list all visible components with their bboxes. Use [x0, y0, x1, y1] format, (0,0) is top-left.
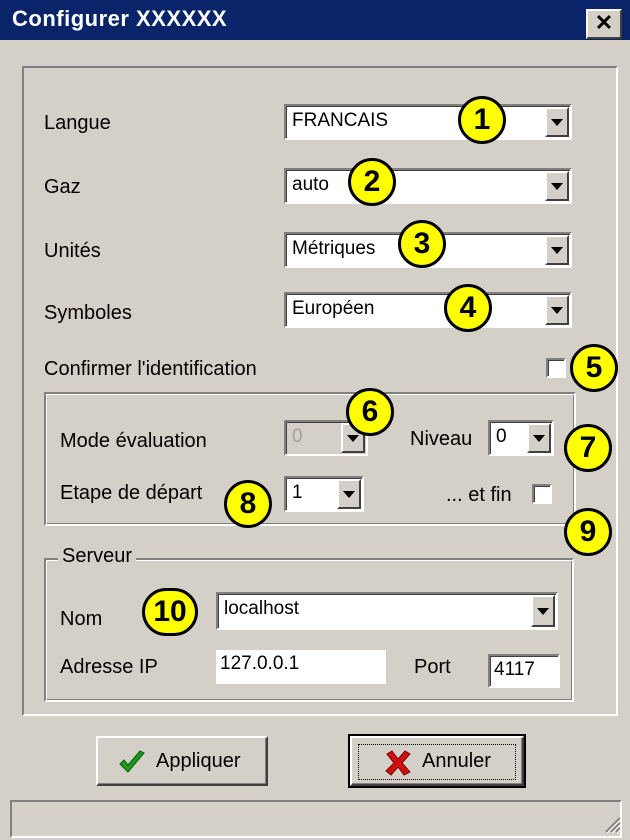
port-value: 4117 — [494, 659, 535, 680]
langue-label: Langue — [44, 112, 111, 134]
callout-6: 6 — [346, 388, 394, 436]
mode-evaluation-value: 0 — [292, 426, 303, 447]
status-bar — [10, 800, 622, 838]
callout-7: 7 — [564, 424, 612, 472]
langue-select[interactable]: FRANCAIS — [284, 104, 572, 140]
nom-label: Nom — [60, 608, 103, 630]
cancel-button[interactable]: Annuler — [348, 734, 526, 788]
niveau-value: 0 — [496, 426, 507, 447]
cancel-label: Annuler — [422, 750, 491, 772]
window-title: Configurer XXXXXX — [12, 6, 228, 31]
close-icon: ✕ — [594, 10, 614, 35]
chevron-down-icon[interactable] — [337, 479, 361, 509]
red-x-icon — [385, 750, 411, 776]
port-label: Port — [414, 656, 451, 678]
adresse-ip-field[interactable]: 127.0.0.1 — [216, 650, 386, 684]
chevron-down-icon[interactable] — [545, 171, 569, 201]
et-fin-checkbox[interactable] — [532, 484, 552, 504]
serveur-legend: Serveur — [58, 545, 137, 568]
chevron-down-icon[interactable] — [545, 295, 569, 325]
callout-10: 10 — [142, 588, 198, 636]
adresse-ip-label: Adresse IP — [60, 656, 158, 678]
callout-4: 4 — [444, 284, 492, 332]
apply-label: Appliquer — [156, 750, 241, 772]
chevron-down-icon[interactable] — [531, 595, 555, 627]
callout-9: 9 — [564, 508, 612, 556]
langue-value: FRANCAIS — [292, 110, 389, 131]
callout-3: 3 — [398, 220, 446, 268]
callout-5: 5 — [570, 344, 618, 392]
confirmer-checkbox[interactable] — [546, 358, 566, 378]
callout-1: 1 — [458, 96, 506, 144]
close-button[interactable]: ✕ — [586, 9, 622, 39]
nom-select[interactable]: localhost — [216, 592, 558, 630]
symboles-select[interactable]: Européen — [284, 292, 572, 328]
checkmark-icon — [119, 750, 145, 773]
niveau-select[interactable]: 0 — [488, 420, 554, 456]
etape-depart-label: Etape de départ — [60, 482, 203, 504]
unites-label: Unités — [44, 240, 101, 262]
niveau-label: Niveau — [410, 428, 473, 450]
et-fin-label: ... et fin — [446, 484, 512, 506]
mode-evaluation-label: Mode évaluation — [60, 430, 207, 452]
chevron-down-icon[interactable] — [545, 235, 569, 265]
etape-depart-value: 1 — [292, 482, 303, 503]
gaz-label: Gaz — [44, 176, 81, 198]
confirmer-label: Confirmer l'identification — [44, 358, 257, 380]
port-field[interactable]: 4117 — [488, 654, 560, 688]
symboles-value: Européen — [292, 298, 375, 319]
gaz-value: auto — [292, 174, 329, 195]
callout-8: 8 — [224, 480, 272, 528]
adresse-ip-value: 127.0.0.1 — [220, 653, 300, 674]
symboles-label: Symboles — [44, 302, 132, 324]
apply-button[interactable]: Appliquer — [96, 736, 268, 786]
chevron-down-icon[interactable] — [545, 107, 569, 137]
unites-value: Métriques — [292, 238, 376, 259]
chevron-down-icon[interactable] — [527, 423, 551, 453]
gaz-select[interactable]: auto — [284, 168, 572, 204]
nom-value: localhost — [224, 598, 299, 619]
etape-depart-select[interactable]: 1 — [284, 476, 364, 512]
resize-grip-icon[interactable] — [602, 814, 622, 834]
callout-2: 2 — [348, 158, 396, 206]
